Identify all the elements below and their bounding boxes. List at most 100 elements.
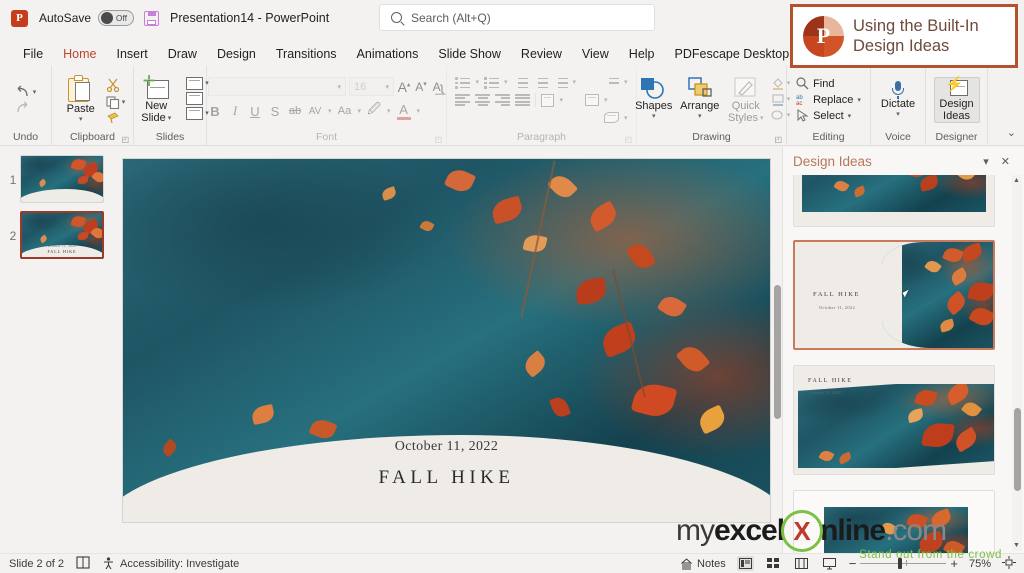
zoom-slider[interactable]: − + (849, 556, 958, 571)
new-slide-button[interactable]: ✛ New Slide ▾ (131, 76, 181, 124)
change-case-button[interactable]: Aa (338, 105, 352, 117)
arrange-button[interactable]: Arrange ▾ (679, 76, 721, 120)
slide-layout-button[interactable]: ▾ (186, 77, 209, 90)
zoom-out-button[interactable]: − (849, 556, 857, 571)
design-idea-card-2[interactable]: FALL HIKE October 11, 2022 (793, 240, 995, 350)
increase-font-size-button[interactable]: A▴ (397, 79, 411, 95)
font-size-input[interactable]: 16▾ (349, 77, 394, 96)
justify-icon[interactable] (515, 94, 530, 106)
quick-styles-dropdown-icon[interactable]: ▾ (760, 114, 764, 122)
drawing-dialog-launcher[interactable]: ◰ (774, 135, 782, 144)
replace-button[interactable]: abac Replace ▾ (796, 93, 861, 106)
scroll-down-arrow[interactable]: ▼ (1013, 542, 1020, 549)
quick-styles-button[interactable]: Quick Styles ▾ (725, 76, 767, 124)
font-name-input[interactable]: ▾ (208, 77, 346, 96)
slide-thumbnail-pane[interactable]: 1 2 (0, 147, 114, 553)
thumbnail-slide-1[interactable]: 1 (0, 147, 114, 203)
line-spacing-dropdown-icon[interactable]: ▾ (573, 78, 577, 86)
thumbnail-image[interactable] (20, 155, 104, 203)
copy-dropdown-icon[interactable]: ▾ (122, 98, 126, 106)
design-ideas-button[interactable]: ⚡ Design Ideas (934, 77, 980, 123)
redo-arrow-icon[interactable] (15, 101, 30, 114)
slide-reset-button[interactable] (186, 92, 209, 105)
character-spacing-button[interactable]: AV (308, 106, 322, 117)
reading-view-icon[interactable] (793, 556, 810, 571)
tab-animations[interactable]: Animations (347, 42, 429, 66)
tab-review[interactable]: Review (511, 42, 572, 66)
zoom-track[interactable] (860, 563, 946, 565)
paste-dropdown-icon[interactable]: ▾ (79, 115, 83, 123)
scrollbar-thumb[interactable] (774, 285, 781, 419)
zoom-in-button[interactable]: + (950, 556, 958, 571)
normal-view-icon[interactable] (737, 556, 754, 571)
autosave-toggle[interactable]: Off (98, 10, 134, 26)
slide-show-icon[interactable] (821, 556, 838, 571)
search-input[interactable]: Search (Alt+Q) (411, 11, 491, 25)
numbering-dropdown-icon[interactable]: ▾ (504, 78, 508, 86)
design-ideas-scrollbar[interactable]: ▲ ▼ (1012, 175, 1022, 551)
columns-icon[interactable] (541, 94, 554, 107)
dictate-dropdown-icon[interactable]: ▾ (896, 110, 900, 118)
cut-button[interactable] (106, 78, 126, 92)
font-color-dropdown-icon[interactable]: ▾ (417, 107, 421, 115)
align-right-icon[interactable] (495, 94, 510, 106)
scrollbar-thumb[interactable] (1014, 408, 1021, 491)
zoom-knob[interactable] (898, 558, 902, 569)
copy-button[interactable]: ▾ (106, 95, 126, 109)
fit-to-window-icon[interactable] (1002, 556, 1016, 572)
scroll-up-arrow[interactable]: ▲ (1013, 177, 1020, 184)
font-color-icon[interactable]: A (397, 102, 411, 120)
bold-button[interactable]: B (208, 104, 222, 119)
align-center-icon[interactable] (475, 94, 490, 106)
search-box[interactable]: Search (Alt+Q) (379, 4, 655, 31)
notes-page-icon[interactable] (76, 556, 90, 572)
clear-formatting-icon[interactable]: A͟ʅ (431, 80, 445, 94)
slide-counter[interactable]: Slide 2 of 2 (9, 558, 64, 570)
strikethrough-button[interactable]: ab (288, 105, 302, 117)
decrease-font-size-button[interactable]: A▾ (414, 80, 428, 94)
dictate-button[interactable]: Dictate ▾ (875, 81, 921, 118)
paste-button[interactable]: Paste ▾ (60, 75, 102, 123)
increase-indent-icon[interactable] (533, 76, 548, 88)
align-text-dropdown-icon[interactable]: ▾ (604, 96, 608, 104)
slide-section-button[interactable]: ▾ (186, 107, 209, 120)
tab-view[interactable]: View (572, 42, 619, 66)
select-button[interactable]: Select ▾ (796, 109, 861, 122)
replace-dropdown-icon[interactable]: ▾ (857, 96, 861, 104)
highlight-dropdown-icon[interactable]: ▾ (387, 107, 391, 115)
tab-transitions[interactable]: Transitions (266, 42, 347, 66)
design-idea-card-4[interactable] (793, 490, 995, 553)
line-spacing-icon[interactable] (553, 76, 568, 88)
tab-help[interactable]: Help (619, 42, 665, 66)
design-idea-card-1[interactable] (793, 175, 995, 227)
find-button[interactable]: Find (796, 77, 861, 90)
zoom-level[interactable]: 75% (969, 558, 991, 570)
format-painter-button[interactable] (106, 112, 126, 124)
shapes-dropdown-icon[interactable]: ▾ (652, 112, 656, 120)
undo-arrow-icon[interactable] (15, 85, 30, 98)
bullets-icon[interactable] (455, 76, 470, 88)
design-idea-card-3[interactable]: FALL HIKE October 11, 2022 (793, 365, 995, 475)
tab-draw[interactable]: Draw (158, 42, 207, 66)
tab-slide-show[interactable]: Slide Show (428, 42, 511, 66)
change-case-dropdown-icon[interactable]: ▾ (358, 107, 362, 115)
clipboard-dialog-launcher[interactable]: ◰ (121, 135, 129, 144)
thumbnail-image[interactable]: October 11, 2022 FALL HIKE (20, 211, 104, 259)
current-slide[interactable]: October 11, 2022 FALL HIKE (123, 159, 770, 522)
tab-file[interactable]: File (13, 42, 53, 66)
undo-dropdown-icon[interactable]: ▾ (33, 88, 37, 96)
canvas-vertical-scrollbar[interactable] (773, 147, 782, 553)
tab-home[interactable]: Home (53, 42, 106, 66)
italic-button[interactable]: I (228, 103, 242, 119)
new-slide-dropdown-icon[interactable]: ▾ (168, 114, 172, 122)
design-ideas-list[interactable]: FALL HIKE October 11, 2022 (783, 175, 1024, 553)
font-dialog-launcher[interactable]: ◰ (434, 135, 442, 144)
accessibility-status[interactable]: Accessibility: Investigate (102, 557, 239, 570)
select-dropdown-icon[interactable]: ▾ (848, 112, 852, 120)
paragraph-dialog-launcher[interactable]: ◰ (624, 135, 632, 144)
align-left-icon[interactable] (455, 94, 470, 106)
character-spacing-dropdown-icon[interactable]: ▾ (328, 107, 332, 115)
decrease-indent-icon[interactable] (513, 76, 528, 88)
underline-button[interactable]: U (248, 104, 262, 119)
text-highlight-icon[interactable]: 🖉 (367, 100, 381, 122)
